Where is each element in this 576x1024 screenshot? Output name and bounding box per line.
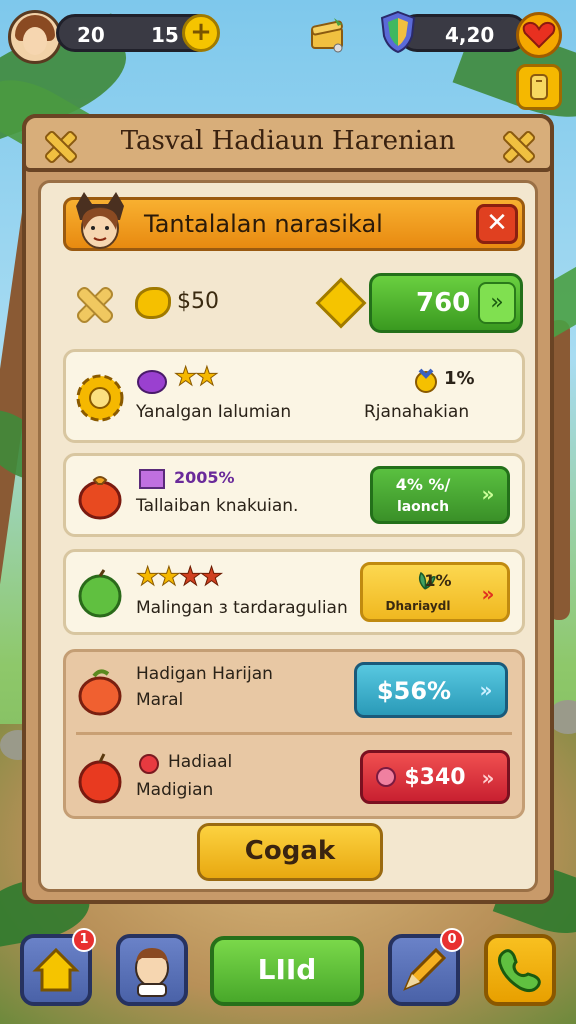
close-icon[interactable]	[500, 128, 534, 162]
card-launch-button[interactable]: 4% %/ laonch »	[370, 466, 510, 524]
banner-close-button[interactable]: ✕	[476, 204, 518, 244]
treasure-chest-icon[interactable]	[308, 14, 348, 54]
card-text: Yanalgan Ialumian	[136, 402, 292, 422]
coin-count: 15	[151, 23, 179, 47]
gem-count: 4,20	[445, 23, 495, 47]
card-reward-button[interactable]: 1% Dhariaydl »	[360, 562, 510, 622]
rewards-panel: Tasval Hadiaun Harenian Tantalalan naras…	[22, 114, 554, 904]
peach-icon	[78, 669, 122, 716]
card-button-bottom: laonch	[396, 499, 450, 515]
shield-icon	[380, 10, 416, 54]
green-apple-icon	[78, 569, 122, 618]
box-icon	[139, 469, 165, 489]
scroll-icon	[530, 74, 548, 100]
edit-button[interactable]: 0	[388, 928, 464, 1006]
confirm-button[interactable]: Cogak	[197, 823, 383, 881]
berry-icon	[139, 754, 159, 774]
coin-value: $50	[177, 289, 219, 314]
header-banner: Tantalalan narasikal ✕	[63, 192, 525, 251]
chevron-right-icon: »	[479, 678, 493, 702]
panel-title: Tasval Hadiaun Harenian	[120, 126, 456, 156]
card-percent: 1%	[424, 571, 452, 590]
card-percent: 1%	[444, 368, 475, 389]
player-avatar[interactable]	[8, 10, 62, 64]
level-value: 20	[77, 23, 105, 47]
character-portrait-icon	[76, 192, 124, 249]
potion-icon	[137, 370, 167, 394]
main-play-button[interactable]: LIId	[210, 936, 364, 1006]
daily-subtitle: Maral	[136, 690, 184, 710]
banner-title: Tantalalan narasikal	[144, 210, 383, 238]
bonus-button-value: $340	[404, 765, 466, 790]
add-coins-button[interactable]: +	[182, 14, 220, 52]
panel-title-bar: Tasval Hadiaun Harenian	[22, 114, 554, 172]
stats-row: $50 760 »	[63, 271, 525, 335]
character-icon	[135, 948, 169, 997]
daily-rewards-section: Hadigan Harijan Maral $56% » Hadiaal Mad…	[63, 649, 525, 819]
daily-claim-button[interactable]: $56% »	[354, 662, 508, 718]
notification-badge: 1	[72, 928, 96, 952]
card-percent-label: 2005%	[174, 468, 235, 487]
reward-card-2[interactable]: 2005% Tallaiban knakuian. 4% %/ laonch »	[63, 453, 525, 537]
bonus-subtitle: Madigian	[136, 780, 214, 800]
gem-pill: 4,20	[398, 14, 528, 52]
chevron-right-icon: »	[478, 282, 516, 324]
bonus-claim-button[interactable]: $340 »	[360, 750, 510, 804]
quest-side-button[interactable]	[516, 64, 562, 110]
card-text: Tallaiban knakuian.	[136, 496, 299, 516]
green-button-value: 760	[416, 288, 471, 318]
diamond-icon	[315, 277, 367, 329]
reward-card-1[interactable]: ★★ Yanalgan Ialumian 1% Rjanahakian	[63, 349, 525, 443]
daily-button-value: $56%	[376, 677, 452, 705]
phone-button[interactable]	[484, 934, 556, 1006]
star-rating-icon: ★★	[174, 362, 220, 393]
medal-icon	[415, 368, 437, 393]
chevron-right-icon: »	[481, 766, 495, 790]
bottom-navigation: 1 LIId 0	[0, 926, 576, 1006]
bonus-title: Hadiaal	[168, 752, 233, 772]
gear-icon	[76, 374, 124, 422]
card-text: Malingan з tardaragulian	[136, 598, 348, 618]
card-button-bottom: Dhariaydl	[385, 599, 451, 613]
crossed-bones-icon	[73, 283, 113, 323]
chevron-right-icon: »	[481, 582, 495, 606]
card-subtext: Rjanahakian	[364, 402, 470, 422]
phone-icon	[498, 949, 541, 993]
character-button[interactable]	[116, 934, 188, 1006]
chevron-right-icon: »	[481, 482, 495, 506]
star-rating-icon: ★★★★	[136, 562, 224, 593]
reward-card-3[interactable]: ★★★★ Malingan з tardaragulian 1% Dhariay…	[63, 549, 525, 635]
notification-badge: 0	[440, 928, 464, 952]
panel-content: Tantalalan narasikal ✕ $50 760 » ★★ Yana…	[38, 180, 538, 892]
heart-icon	[522, 21, 556, 49]
fruit-icon	[78, 476, 122, 520]
lives-button[interactable]	[516, 12, 562, 58]
apple-icon	[78, 753, 122, 804]
card-button-top: 4% %/	[395, 475, 451, 494]
gift-icon	[376, 767, 396, 787]
home-button[interactable]: 1	[20, 928, 96, 1006]
top-hud: 20 15 + 4,20	[0, 8, 576, 64]
gold-coin-icon	[135, 287, 171, 319]
claim-green-button[interactable]: 760 »	[369, 273, 523, 333]
daily-title: Hadigan Harijan	[136, 664, 273, 684]
